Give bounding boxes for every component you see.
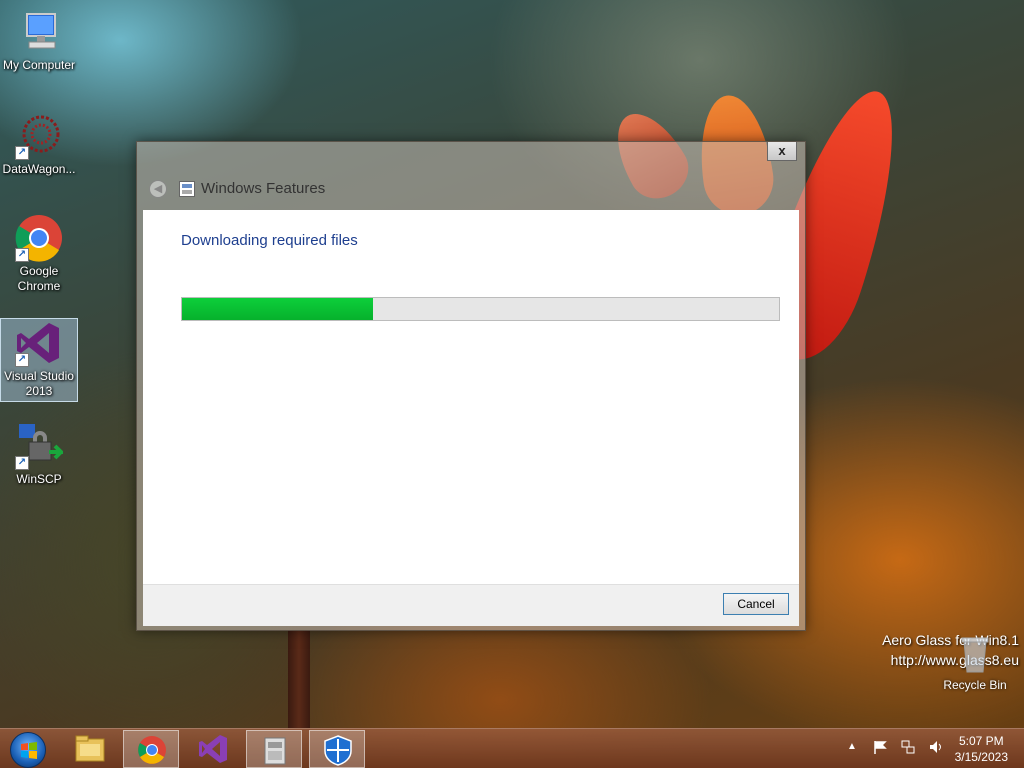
desktop-icon-label: Google Chrome [17, 264, 61, 293]
windows-features-dialog: x ◀ Windows Features Downloading require… [136, 141, 806, 631]
computer-icon [15, 8, 63, 56]
status-heading: Downloading required files [181, 232, 358, 249]
recycle-bin-icon [960, 634, 990, 674]
progress-fill [182, 298, 374, 320]
desktop-icon-label: DataWagon... [2, 162, 76, 176]
desktop-icon-label: Recycle Bin [943, 678, 1007, 692]
shortcut-arrow-icon: ↗ [15, 146, 29, 160]
windows-features-icon [179, 181, 195, 197]
desktop-icon-winscp[interactable]: ↗ WinSCP [0, 422, 78, 487]
file-explorer-icon [75, 735, 105, 762]
download-progress-bar [181, 297, 780, 321]
close-button[interactable]: x [767, 142, 797, 161]
shield-icon [324, 735, 352, 766]
dialog-footer: Cancel [143, 584, 799, 626]
clock-date: 3/15/2023 [954, 750, 1008, 764]
taskbar-clock[interactable]: 5:07 PM 3/15/2023 [955, 733, 1008, 765]
chrome-icon [138, 736, 166, 764]
system-tray: ▲ [844, 739, 944, 755]
winscp-icon: ↗ [15, 422, 66, 470]
desktop-icon-recycle-bin[interactable]: Recycle Bin [938, 634, 1012, 692]
taskbar-chrome[interactable] [123, 730, 179, 768]
desktop-icon-datawagon[interactable]: ↗ DataWagon... [0, 112, 78, 177]
action-center-flag-icon[interactable] [872, 739, 888, 755]
start-button[interactable] [10, 732, 46, 768]
visual-studio-icon [199, 735, 227, 763]
desktop-icon-chrome[interactable]: ↗ Google Chrome [0, 214, 78, 294]
taskbar-file-explorer[interactable] [62, 730, 118, 768]
datawagon-icon: ↗ [15, 112, 63, 160]
taskbar-visual-studio[interactable] [185, 730, 241, 768]
cancel-button[interactable]: Cancel [723, 593, 789, 615]
back-arrow-icon[interactable]: ◀ [149, 180, 167, 198]
chrome-icon: ↗ [15, 214, 63, 262]
shortcut-arrow-icon: ↗ [15, 248, 29, 262]
shortcut-arrow-icon: ↗ [15, 456, 29, 470]
visual-studio-icon: ↗ [15, 319, 63, 367]
taskbar-windows-security[interactable] [309, 730, 365, 768]
dialog-body: Downloading required files [143, 210, 799, 584]
windows-logo-icon [21, 742, 37, 759]
taskbar-installer[interactable] [246, 730, 302, 768]
network-icon[interactable] [900, 739, 916, 755]
desktop-icon-label: My Computer [2, 58, 76, 72]
desktop-icon-label: WinSCP [16, 472, 62, 486]
taskbar: ▲ 5:07 PM 3/15/2023 [0, 728, 1024, 768]
desktop-icon-my-computer[interactable]: My Computer [0, 8, 78, 73]
shortcut-arrow-icon: ↗ [15, 353, 29, 367]
show-hidden-icons-icon[interactable]: ▲ [844, 739, 860, 755]
desktop-icon-label: Visual Studio 2013 [4, 369, 74, 398]
installer-icon [264, 737, 286, 765]
wallpaper-stem [288, 630, 310, 730]
dialog-title: Windows Features [201, 180, 326, 197]
desktop-icon-visual-studio[interactable]: ↗ Visual Studio 2013 [0, 318, 78, 402]
clock-time: 5:07 PM [958, 734, 1004, 748]
volume-icon[interactable] [928, 739, 944, 755]
